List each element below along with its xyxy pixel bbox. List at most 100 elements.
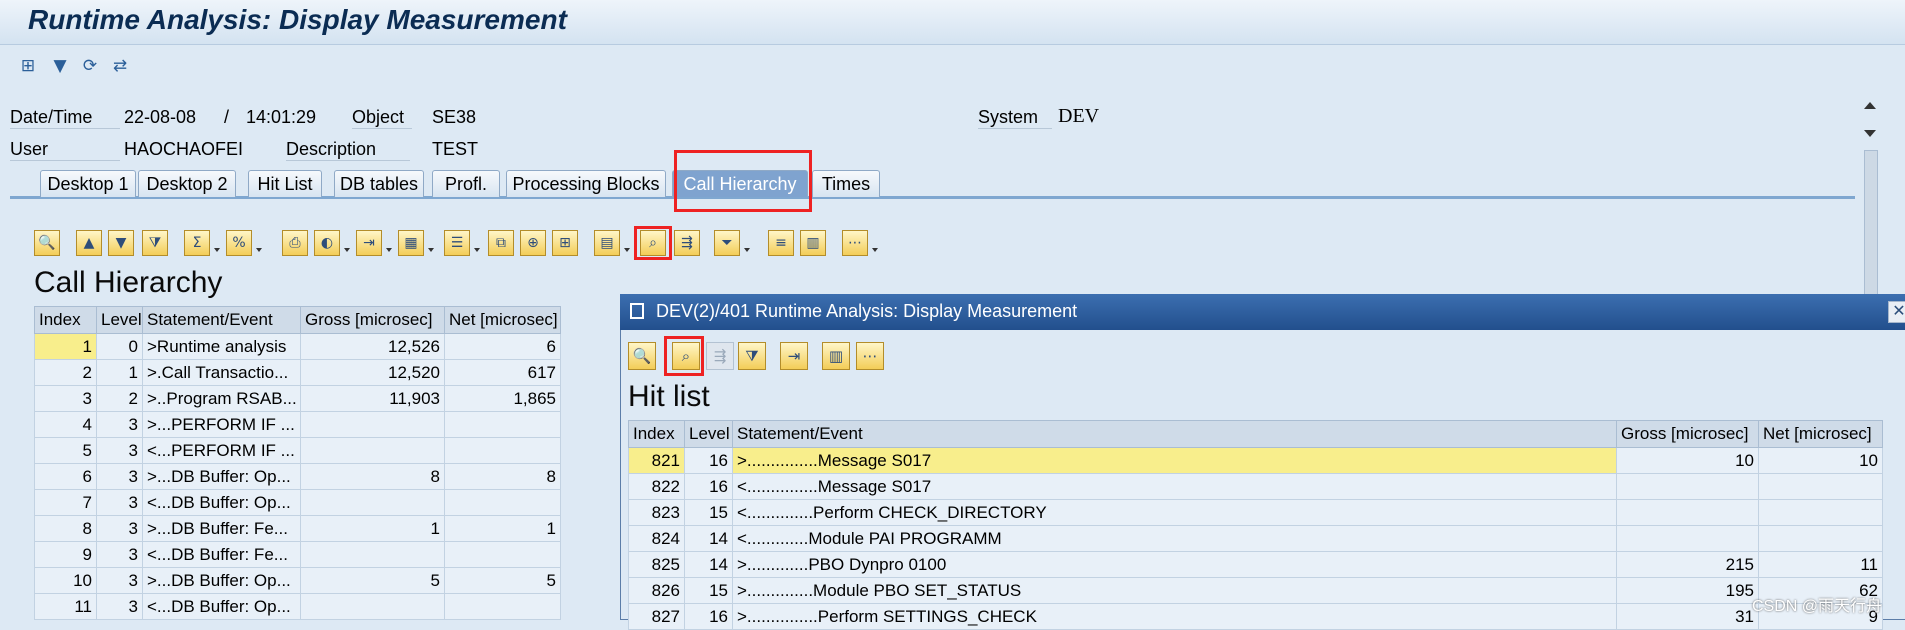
column-index[interactable]: Index [34, 306, 97, 334]
cell-level: 14 [684, 551, 733, 578]
cell-statement: <...DB Buffer: Op... [142, 593, 301, 620]
dialog-title: DEV(2)/401 Runtime Analysis: Display Mea… [656, 301, 1078, 321]
sort-ascending-icon[interactable]: ▲ [76, 230, 102, 256]
table-row[interactable]: 821 16 >...............Message S017 10 10 [628, 447, 1883, 474]
chevron-down-icon[interactable] [744, 248, 750, 252]
cell-index: 823 [628, 499, 685, 526]
table-row[interactable]: 826 15 >..............Module PBO SET_STATU… [628, 577, 1883, 604]
chevron-down-icon[interactable] [386, 248, 392, 252]
table-row[interactable]: 6 3 >...DB Buffer: Op... 8 8 [34, 463, 561, 490]
cell-level: 16 [684, 447, 733, 474]
sum-icon[interactable]: Σ [184, 230, 210, 256]
hierarchy-icon[interactable]: ⊞ [552, 230, 578, 256]
highlight-find-button [664, 336, 704, 376]
cell-gross [300, 541, 445, 568]
table-row[interactable]: 4 3 >...PERFORM IF ... [34, 411, 561, 438]
cell-index: 3 [34, 385, 97, 412]
column-statement[interactable]: Statement/Event [732, 420, 1617, 448]
table-row[interactable]: 7 3 <...DB Buffer: Op... [34, 489, 561, 516]
table-row[interactable]: 10 3 >...DB Buffer: Op... 5 5 [34, 567, 561, 594]
cell-statement: >...PERFORM IF ... [142, 411, 301, 438]
cell-net [444, 593, 561, 620]
cell-net: 8 [444, 463, 561, 490]
cell-index: 826 [628, 577, 685, 604]
tab-times[interactable]: Times [812, 170, 880, 197]
table-row[interactable]: 2 1 >.Call Transactio... 12,520 617 [34, 359, 561, 386]
chevron-down-icon[interactable] [344, 248, 350, 252]
scroll-down-arrow-icon[interactable] [1864, 130, 1876, 137]
cell-index: 8 [34, 515, 97, 542]
subtotal-icon[interactable]: % [226, 230, 252, 256]
more-options-icon[interactable]: ⋯ [842, 230, 868, 256]
export-icon[interactable]: ⇥ [780, 342, 808, 370]
export-icon[interactable]: ⇥ [356, 230, 382, 256]
cell-level: 3 [96, 541, 143, 568]
tab-desktop-2[interactable]: Desktop 2 [138, 170, 236, 197]
cell-index: 9 [34, 541, 97, 568]
tab-desktop-1[interactable]: Desktop 1 [40, 170, 136, 197]
list-icon[interactable]: ☰ [444, 230, 470, 256]
table-row[interactable]: 822 16 <...............Message S017 [628, 473, 1883, 500]
cell-index: 822 [628, 473, 685, 500]
close-icon[interactable]: ✕ [1888, 301, 1905, 323]
table-row[interactable]: 11 3 <...DB Buffer: Op... [34, 593, 561, 620]
column-net[interactable]: Net [microsec] [1758, 420, 1883, 448]
scroll-up-arrow-icon[interactable] [1864, 102, 1876, 109]
more-options-icon[interactable]: ⋯ [856, 342, 884, 370]
chevron-down-icon[interactable] [256, 248, 262, 252]
table-row[interactable]: 823 15 <..............Perform CHECK_DIRECT… [628, 499, 1883, 526]
column-net[interactable]: Net [microsec] [444, 306, 561, 334]
filter-icon[interactable]: ▼ [48, 54, 72, 78]
expand-icon[interactable]: ⧉ [488, 230, 514, 256]
calculator-icon[interactable]: ▤ [594, 230, 620, 256]
refresh-icon[interactable]: ⟳ [78, 54, 102, 78]
date-separator: / [224, 107, 230, 127]
filter-icon[interactable]: ⧩ [738, 342, 766, 370]
document-icon[interactable]: ▥ [800, 230, 826, 256]
cell-index: 7 [34, 489, 97, 516]
cell-gross [300, 593, 445, 620]
cell-net: 11 [1758, 551, 1883, 578]
table-row[interactable]: 8 3 >...DB Buffer: Fe... 1 1 [34, 515, 561, 542]
collapse-icon[interactable]: ⏷ [714, 230, 740, 256]
chevron-down-icon[interactable] [474, 248, 480, 252]
details-icon[interactable]: 🔍 [628, 342, 656, 370]
table-row[interactable]: 824 14 <.............Module PAI PROGRAMM [628, 525, 1883, 552]
table-row[interactable]: 5 3 <...PERFORM IF ... [34, 437, 561, 464]
cell-gross: 12,520 [300, 359, 445, 386]
find-next-icon[interactable]: ⇶ [674, 230, 700, 256]
column-gross[interactable]: Gross [microsec] [300, 306, 445, 334]
column-index[interactable]: Index [628, 420, 685, 448]
column-level[interactable]: Level [684, 420, 733, 448]
table-row[interactable]: 1 0 >Runtime analysis 12,526 6 [34, 333, 561, 360]
table-row[interactable]: 825 14 >.............PBO Dynpro 0100 215 11 [628, 551, 1883, 578]
hierarchy-icon[interactable]: ⊞ [16, 54, 40, 78]
tab-db-tables[interactable]: DB tables [334, 170, 424, 197]
table-row[interactable]: 3 2 >..Program RSAB... 11,903 1,865 [34, 385, 561, 412]
print-icon[interactable]: ⎙ [282, 230, 308, 256]
chevron-down-icon[interactable] [624, 248, 630, 252]
table-row[interactable]: 827 16 >...............Perform SETTINGS_CH… [628, 603, 1883, 630]
sort-descending-icon[interactable]: ▼ [108, 230, 134, 256]
filter-icon[interactable]: ⧩ [142, 230, 168, 256]
chevron-down-icon[interactable] [872, 248, 878, 252]
cell-level: 3 [96, 567, 143, 594]
column-gross[interactable]: Gross [microsec] [1616, 420, 1759, 448]
views-icon[interactable]: ◐ [314, 230, 340, 256]
tree-icon[interactable]: ⊕ [520, 230, 546, 256]
compare-icon[interactable]: ⇄ [108, 54, 132, 78]
object-label: Object [352, 107, 412, 129]
tab-profl[interactable]: Profl. [432, 170, 500, 197]
document-icon[interactable]: ▥ [822, 342, 850, 370]
column-level[interactable]: Level [96, 306, 143, 334]
details-icon[interactable]: 🔍 [34, 230, 60, 256]
tab-processing-blocks[interactable]: Processing Blocks [506, 170, 666, 197]
cell-index: 4 [34, 411, 97, 438]
chevron-down-icon[interactable] [428, 248, 434, 252]
chevron-down-icon[interactable] [214, 248, 220, 252]
layout-icon[interactable]: ▦ [398, 230, 424, 256]
column-statement[interactable]: Statement/Event [142, 306, 301, 334]
tab-hit-list[interactable]: Hit List [248, 170, 322, 197]
table-row[interactable]: 9 3 <...DB Buffer: Fe... [34, 541, 561, 568]
align-icon[interactable]: ≡ [768, 230, 794, 256]
